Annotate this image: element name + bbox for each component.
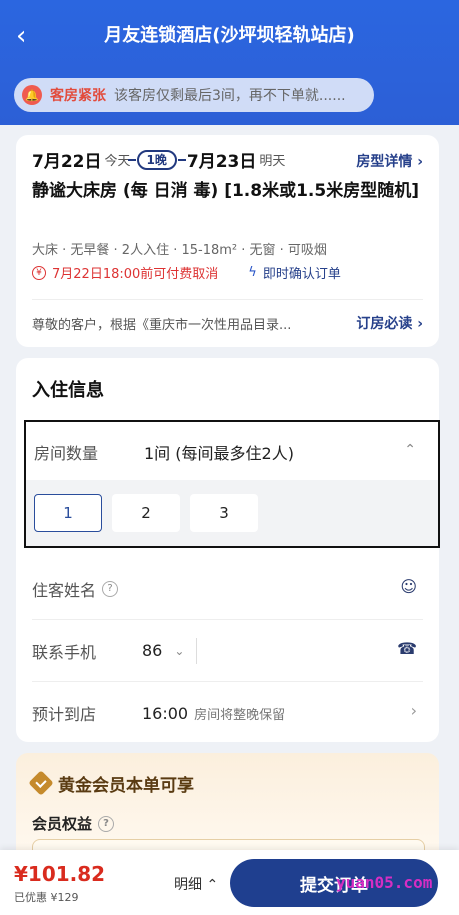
header-bar: ‹ 月友连锁酒店(沙坪坝轻轨站店) 🔔 客房紧张 该客房仅剩最后3间，再不下单就…	[0, 0, 459, 125]
section-title: 入住信息	[32, 380, 104, 401]
help-icon[interactable]: ?	[98, 815, 115, 832]
yen-icon: ¥	[32, 265, 46, 280]
arrival-time-field[interactable]: 预计到店 16:00 房间将整晚保留 ›	[32, 682, 423, 744]
checkout-day: 明天	[259, 154, 286, 169]
room-count-row[interactable]: 房间数量 1间 (每间最多住2人) ⌃	[26, 422, 438, 482]
chevron-right-icon: ›	[410, 701, 417, 720]
instant-confirm: 即时确认订单	[262, 267, 341, 282]
chevron-right-icon: ›	[417, 316, 423, 332]
chevron-right-icon: ›	[417, 154, 423, 170]
chevron-up-icon[interactable]: ⌃	[404, 442, 416, 458]
room-count-value: 1间 (每间最多住2人)	[144, 444, 294, 463]
alert-label: 客房紧张	[50, 88, 106, 104]
nights-badge: 1晚	[127, 149, 187, 170]
contact-person-icon[interactable]: ☺	[400, 577, 417, 596]
arrival-label: 预计到店	[32, 705, 97, 724]
divider	[32, 299, 423, 300]
back-icon[interactable]: ‹	[16, 22, 40, 50]
divider	[196, 637, 198, 664]
room-option-2[interactable]: 2	[112, 494, 180, 532]
room-detail-label: 房型详情	[356, 154, 413, 170]
room-name: 静谧大床房 (每 日消 毒) [1.8米或1.5米房型随机]	[32, 181, 419, 201]
room-specs: 大床 · 无早餐 · 2人入住 · 15-18m² · 无窗 · 可吸烟	[32, 243, 327, 258]
watermark: yuan05.com	[336, 873, 433, 892]
membership-title: 黄金会员本单可享	[58, 776, 194, 796]
price-detail-toggle[interactable]: 明细 ⌃	[174, 874, 218, 894]
room-count-label: 房间数量	[34, 444, 99, 463]
benefits-label: 会员权益	[32, 815, 93, 833]
checkout-date: 7月23日	[186, 152, 257, 172]
alert-text: 该客房仅剩最后3间，再不下单就......	[114, 88, 346, 104]
lightning-icon: ϟ	[248, 265, 257, 280]
chevron-down-icon[interactable]: ⌄	[174, 644, 184, 658]
policy-row: ¥ 7月22日18:00前可付费取消 ϟ 即时确认订单	[32, 263, 423, 282]
phone-field[interactable]: 联系手机 86 ⌄ ☎	[32, 620, 423, 682]
notice-row[interactable]: 尊敬的客户，根据《重庆市一次性用品目录... 订房必读 ›	[32, 313, 423, 333]
arrival-time: 16:00	[142, 703, 189, 723]
room-count-options: 1 2 3	[26, 480, 438, 546]
contacts-book-icon[interactable]: ☎	[397, 639, 417, 658]
guest-name-field[interactable]: 住客姓名? ☺	[32, 558, 423, 620]
gold-member-icon	[28, 770, 54, 796]
notice-text: 尊敬的客户，根据《重庆市一次性用品目录...	[32, 317, 292, 333]
must-read-label: 订房必读	[356, 316, 413, 332]
room-option-1[interactable]: 1	[34, 494, 102, 532]
price-detail-label: 明细	[174, 877, 202, 893]
room-option-3[interactable]: 3	[190, 494, 258, 532]
room-detail-link[interactable]: 房型详情 ›	[356, 151, 423, 171]
arrival-note: 房间将整晚保留	[194, 707, 286, 723]
guest-info-card: 入住信息 房间数量 1间 (每间最多住2人) ⌃ 1 2 3 住客姓名? ☺ 联…	[16, 358, 440, 744]
room-count-selector: 房间数量 1间 (每间最多住2人) ⌃ 1 2 3	[24, 420, 440, 548]
total-price: ¥101.82	[14, 862, 106, 886]
phone-label: 联系手机	[32, 642, 97, 662]
page-title: 月友连锁酒店(沙坪坝轻轨站店)	[104, 25, 355, 46]
help-icon[interactable]: ?	[102, 580, 119, 597]
must-read-link[interactable]: 订房必读 ›	[356, 313, 423, 333]
scarcity-alert: 🔔 客房紧张 该客房仅剩最后3间，再不下单就......	[14, 78, 374, 112]
discount-text: 已优惠 ¥129	[14, 891, 79, 904]
guest-name-label: 住客姓名	[32, 580, 97, 600]
cancel-policy: 7月22日18:00前可付费取消	[52, 267, 219, 282]
room-summary-card: 7月22日 今天 1晚 7月23日 明天 房型详情 › 静谧大床房 (每 日消 …	[16, 135, 439, 347]
stay-dates: 7月22日 今天 1晚 7月23日 明天	[32, 147, 285, 172]
country-code[interactable]: 86	[142, 641, 162, 660]
bell-icon: 🔔	[22, 85, 42, 105]
checkin-date: 7月22日	[32, 152, 102, 172]
chevron-up-icon: ⌃	[206, 877, 219, 893]
